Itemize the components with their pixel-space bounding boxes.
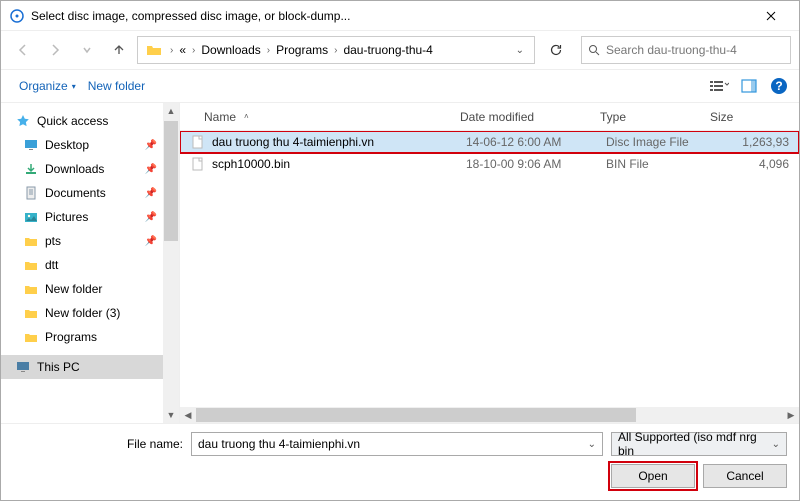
organize-menu[interactable]: Organize▾ bbox=[13, 75, 82, 97]
chevron-down-icon[interactable]: ⌄ bbox=[588, 439, 596, 450]
address-bar[interactable]: › « › Downloads › Programs › dau-truong-… bbox=[137, 36, 535, 64]
sidebar-item-folder[interactable]: New folder (3) bbox=[1, 301, 163, 325]
file-area: Name˄ Date modified Type Size dau truong… bbox=[179, 103, 799, 423]
folder-icon bbox=[23, 233, 39, 249]
filename-label: File name: bbox=[13, 437, 183, 451]
sidebar-item-desktop[interactable]: Desktop📌 bbox=[1, 133, 163, 157]
chevron-down-icon: ⌄ bbox=[772, 439, 780, 450]
sidebar-scrollbar[interactable]: ▲ ▼ bbox=[163, 103, 179, 423]
refresh-button[interactable] bbox=[541, 36, 571, 64]
file-type: BIN File bbox=[606, 157, 716, 171]
file-list: dau truong thu 4-taimienphi.vn 14-06-12 … bbox=[180, 131, 799, 407]
folder-icon bbox=[23, 329, 39, 345]
recent-dropdown[interactable] bbox=[73, 36, 101, 64]
sidebar-item-folder[interactable]: New folder bbox=[1, 277, 163, 301]
desktop-icon bbox=[23, 137, 39, 153]
footer: File name: dau truong thu 4-taimienphi.v… bbox=[1, 423, 799, 500]
scroll-left-icon[interactable]: ◀ bbox=[180, 410, 196, 421]
breadcrumb-part[interactable]: Programs bbox=[274, 43, 330, 57]
column-size[interactable]: Size bbox=[710, 110, 799, 124]
open-button[interactable]: Open bbox=[611, 464, 695, 488]
up-button[interactable] bbox=[105, 36, 133, 64]
horizontal-scrollbar[interactable]: ◀ ▶ bbox=[180, 407, 799, 423]
downloads-icon bbox=[23, 161, 39, 177]
star-icon bbox=[15, 113, 31, 129]
documents-icon bbox=[23, 185, 39, 201]
sidebar-item-downloads[interactable]: Downloads📌 bbox=[1, 157, 163, 181]
file-row[interactable]: scph10000.bin 18-10-00 9:06 AM BIN File … bbox=[180, 153, 799, 175]
sidebar-item-documents[interactable]: Documents📌 bbox=[1, 181, 163, 205]
filename-input[interactable]: dau truong thu 4-taimienphi.vn ⌄ bbox=[191, 432, 603, 456]
file-date: 14-06-12 6:00 AM bbox=[466, 135, 606, 149]
forward-button[interactable] bbox=[41, 36, 69, 64]
sidebar: Quick access Desktop📌 Downloads📌 Documen… bbox=[1, 103, 179, 423]
help-button[interactable]: ? bbox=[771, 78, 787, 94]
back-button[interactable] bbox=[9, 36, 37, 64]
column-headers: Name˄ Date modified Type Size bbox=[180, 103, 799, 131]
sort-indicator-icon: ˄ bbox=[244, 112, 249, 121]
main-area: Quick access Desktop📌 Downloads📌 Documen… bbox=[1, 103, 799, 423]
column-date[interactable]: Date modified bbox=[460, 110, 600, 124]
view-options-button[interactable] bbox=[705, 74, 733, 98]
nav-bar: › « › Downloads › Programs › dau-truong-… bbox=[1, 31, 799, 69]
scrollbar-thumb[interactable] bbox=[164, 121, 178, 241]
search-input[interactable]: Search dau-truong-thu-4 bbox=[581, 36, 791, 64]
window-title: Select disc image, compressed disc image… bbox=[31, 9, 751, 23]
file-icon bbox=[190, 134, 206, 150]
filename-value: dau truong thu 4-taimienphi.vn bbox=[198, 437, 360, 451]
sidebar-item-folder[interactable]: pts📌 bbox=[1, 229, 163, 253]
address-dropdown[interactable]: ⌄ bbox=[510, 45, 530, 56]
scroll-down-icon[interactable]: ▼ bbox=[163, 407, 179, 423]
folder-icon bbox=[23, 305, 39, 321]
breadcrumb-part[interactable]: Downloads bbox=[199, 43, 262, 57]
folder-icon bbox=[146, 42, 162, 58]
toolbar: Organize▾ New folder ? bbox=[1, 69, 799, 103]
sidebar-item-folder[interactable]: dtt bbox=[1, 253, 163, 277]
filetype-filter[interactable]: All Supported (iso mdf nrg bin ⌄ bbox=[611, 432, 787, 456]
file-icon bbox=[190, 156, 206, 172]
column-name[interactable]: Name˄ bbox=[180, 110, 460, 124]
file-type: Disc Image File bbox=[606, 135, 716, 149]
pc-icon bbox=[15, 359, 31, 375]
file-date: 18-10-00 9:06 AM bbox=[466, 157, 606, 171]
search-icon bbox=[588, 44, 600, 56]
sidebar-quick-access[interactable]: Quick access bbox=[1, 109, 163, 133]
file-name: scph10000.bin bbox=[212, 157, 466, 171]
preview-pane-button[interactable] bbox=[735, 74, 763, 98]
chevron-down-icon: ▾ bbox=[72, 82, 76, 91]
cancel-button[interactable]: Cancel bbox=[703, 464, 787, 488]
pin-icon: 📌 bbox=[145, 164, 157, 175]
pin-icon: 📌 bbox=[145, 188, 157, 199]
chevron-right-icon[interactable]: › bbox=[188, 45, 199, 56]
pin-icon: 📌 bbox=[145, 212, 157, 223]
scroll-up-icon[interactable]: ▲ bbox=[163, 103, 179, 119]
file-size: 4,096 bbox=[716, 157, 799, 171]
search-placeholder: Search dau-truong-thu-4 bbox=[606, 43, 737, 57]
scroll-right-icon[interactable]: ▶ bbox=[783, 410, 799, 421]
title-bar: Select disc image, compressed disc image… bbox=[1, 1, 799, 31]
folder-icon bbox=[23, 281, 39, 297]
app-icon bbox=[9, 8, 25, 24]
sidebar-item-folder[interactable]: Programs bbox=[1, 325, 163, 349]
pin-icon: 📌 bbox=[145, 236, 157, 247]
sidebar-this-pc[interactable]: This PC bbox=[1, 355, 163, 379]
new-folder-button[interactable]: New folder bbox=[82, 75, 151, 97]
breadcrumb-part[interactable]: dau-truong-thu-4 bbox=[341, 43, 434, 57]
close-button[interactable] bbox=[751, 2, 791, 30]
chevron-right-icon[interactable]: › bbox=[330, 45, 341, 56]
file-size: 1,263,93 bbox=[716, 135, 799, 149]
chevron-right-icon[interactable]: › bbox=[263, 45, 274, 56]
pin-icon: 📌 bbox=[145, 140, 157, 151]
sidebar-item-pictures[interactable]: Pictures📌 bbox=[1, 205, 163, 229]
scrollbar-thumb[interactable] bbox=[196, 408, 636, 422]
file-name: dau truong thu 4-taimienphi.vn bbox=[212, 135, 466, 149]
pictures-icon bbox=[23, 209, 39, 225]
chevron-right-icon[interactable]: › bbox=[166, 45, 177, 56]
folder-icon bbox=[23, 257, 39, 273]
file-row[interactable]: dau truong thu 4-taimienphi.vn 14-06-12 … bbox=[180, 131, 799, 153]
column-type[interactable]: Type bbox=[600, 110, 710, 124]
breadcrumb-ellipsis[interactable]: « bbox=[177, 43, 188, 57]
